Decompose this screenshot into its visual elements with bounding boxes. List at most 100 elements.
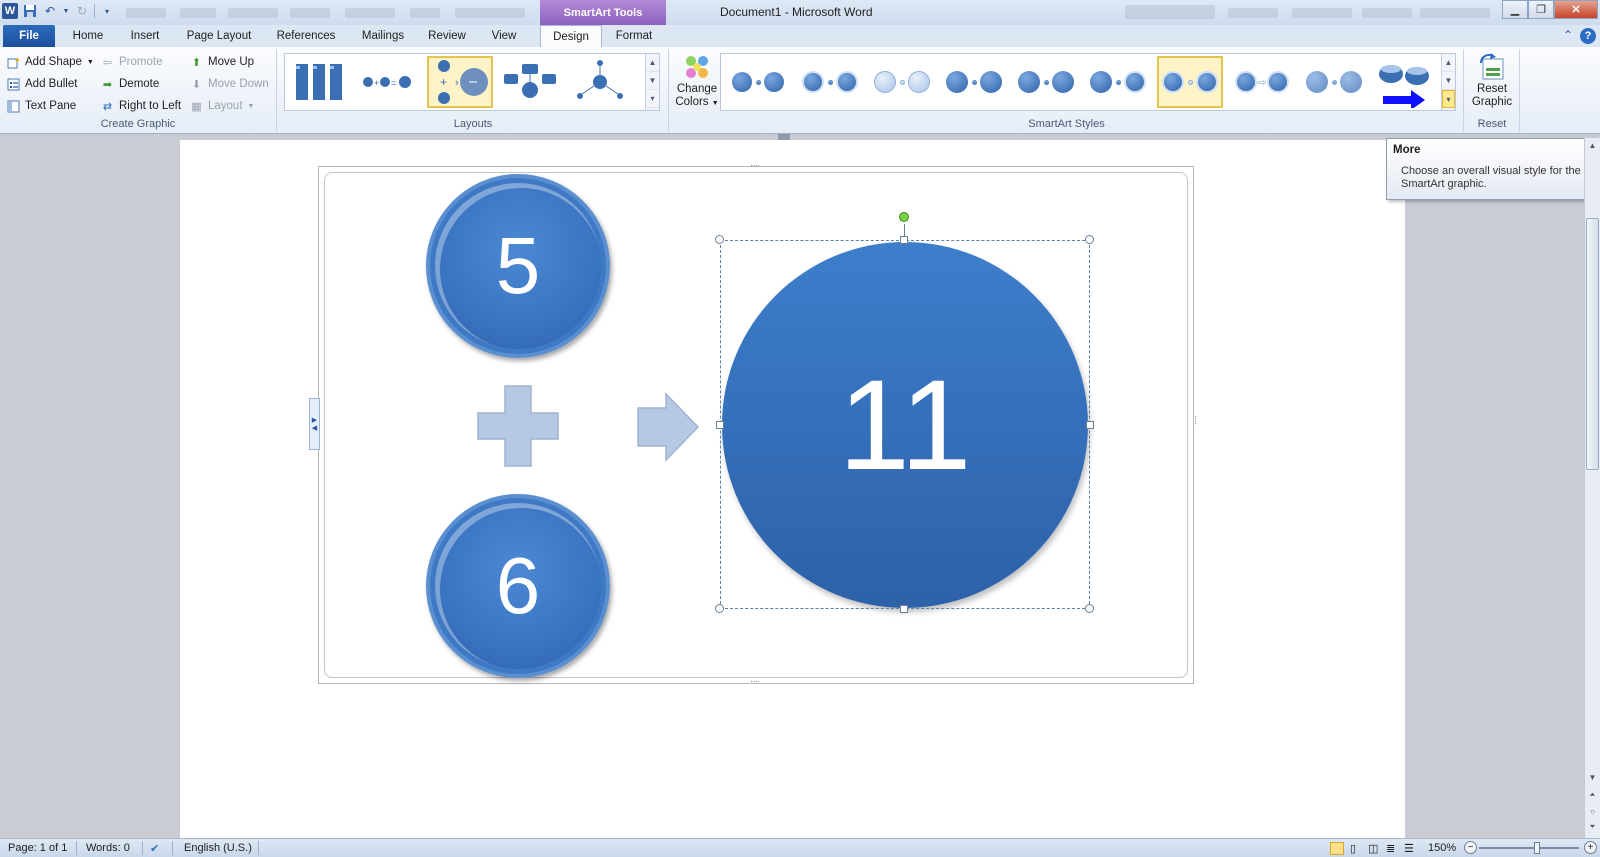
resize-handle-top-right[interactable]: [1085, 235, 1094, 244]
restore-icon[interactable]: ❐: [1528, 0, 1554, 19]
scroll-up-icon[interactable]: ▲: [646, 54, 659, 72]
print-layout-view-icon[interactable]: [1330, 842, 1344, 855]
resize-handle-bottom-right[interactable]: [1085, 604, 1094, 613]
language-indicator[interactable]: English (U.S.): [184, 842, 252, 854]
zoom-slider-thumb[interactable]: [1534, 842, 1540, 854]
help-icon: ?: [1580, 28, 1596, 44]
resize-handle-top[interactable]: [900, 236, 908, 244]
arrow-operator-shape[interactable]: [636, 392, 700, 462]
layout-option-equation-selected[interactable]: + ›: [427, 56, 493, 108]
text-pane-toggle[interactable]: ▶ ◀: [309, 398, 320, 450]
rotation-handle[interactable]: [899, 212, 909, 222]
undo-icon[interactable]: ↶: [42, 3, 58, 19]
draft-view-icon[interactable]: ☰: [1404, 842, 1414, 855]
add-shape-button[interactable]: ✦ Add Shape ▼: [7, 53, 94, 71]
add-bullet-button[interactable]: Add Bullet: [7, 75, 77, 93]
layout-option[interactable]: [567, 56, 633, 108]
scroll-up-icon[interactable]: ▲: [1585, 138, 1600, 152]
move-down-button[interactable]: ⬇ Move Down: [190, 75, 269, 93]
page-count[interactable]: Page: 1 of 1: [8, 842, 67, 854]
style-option[interactable]: [1085, 56, 1151, 108]
reset-graphic-label-line1: Reset: [1476, 83, 1508, 95]
save-icon[interactable]: [22, 3, 38, 19]
tab-mailings[interactable]: Mailings: [354, 25, 412, 47]
layout-button[interactable]: ▦ Layout ▼: [190, 97, 254, 115]
select-browse-object-icon[interactable]: ○: [1585, 804, 1600, 818]
undo-dropdown-icon[interactable]: ▼: [62, 3, 70, 19]
web-layout-view-icon[interactable]: ◫: [1368, 842, 1378, 855]
scroll-up-icon[interactable]: ▲: [1442, 54, 1455, 72]
zoom-in-icon[interactable]: +: [1584, 841, 1597, 854]
resize-handle-bottom[interactable]: [900, 605, 908, 613]
layout-option[interactable]: [497, 56, 563, 108]
svg-text:+: +: [440, 75, 447, 89]
change-colors-label-line1: Change: [676, 83, 718, 95]
word-count[interactable]: Words: 0: [86, 842, 130, 854]
tab-file[interactable]: File: [3, 25, 55, 47]
zoom-slider[interactable]: [1479, 847, 1579, 849]
scroll-thumb[interactable]: [1586, 218, 1599, 470]
more-styles-icon[interactable]: ▾: [1442, 90, 1455, 108]
more-layouts-icon[interactable]: ▾: [646, 90, 659, 108]
resize-handle-left[interactable]: [716, 421, 724, 429]
smartart-node-5[interactable]: 5: [426, 174, 610, 358]
frame-grip-right[interactable]: ····: [1190, 415, 1201, 424]
help-button[interactable]: ?: [1580, 28, 1596, 44]
layout-option[interactable]: [287, 56, 353, 108]
blurred-area: [1362, 8, 1412, 18]
group-create-graphic: ✦ Add Shape ▼ Add Bullet Text Pane ⇦ Pro…: [0, 49, 277, 132]
move-up-button[interactable]: ⬆ Move Up: [190, 53, 254, 71]
frame-grip-bottom[interactable]: ····: [750, 676, 760, 687]
style-option[interactable]: ⇨: [1229, 56, 1295, 108]
smartart-node-6[interactable]: 6: [426, 494, 610, 678]
customize-qat-icon[interactable]: ▾: [99, 3, 115, 19]
demote-button[interactable]: ➡ Demote: [101, 75, 159, 93]
redo-icon[interactable]: ↻: [74, 3, 90, 19]
previous-page-icon[interactable]: ⏶: [1585, 788, 1600, 802]
tab-review[interactable]: Review: [424, 25, 470, 47]
zoom-out-icon[interactable]: −: [1464, 841, 1477, 854]
full-screen-reading-view-icon[interactable]: ▯: [1350, 842, 1356, 855]
next-page-icon[interactable]: ⏷: [1585, 820, 1600, 834]
scroll-down-icon[interactable]: ▼: [1585, 770, 1600, 784]
style-option[interactable]: [725, 56, 791, 108]
frame-grip-top[interactable]: ····: [750, 160, 760, 171]
resize-handle-right[interactable]: [1086, 421, 1094, 429]
zoom-level[interactable]: 150%: [1428, 842, 1456, 854]
tab-insert[interactable]: Insert: [122, 25, 168, 47]
close-icon[interactable]: ✕: [1554, 0, 1598, 19]
tab-page-layout[interactable]: Page Layout: [182, 25, 256, 47]
promote-button[interactable]: ⇦ Promote: [101, 53, 163, 71]
tab-view[interactable]: View: [484, 25, 524, 47]
reset-graphic-button[interactable]: Reset Graphic: [1469, 53, 1515, 109]
style-option[interactable]: [797, 56, 863, 108]
minimize-icon[interactable]: ▁: [1502, 0, 1528, 19]
resize-handle-top-left[interactable]: [715, 235, 724, 244]
move-down-label: Move Down: [208, 78, 269, 90]
style-option-selected[interactable]: [1157, 56, 1223, 108]
tab-format[interactable]: Format: [608, 25, 660, 47]
outline-view-icon[interactable]: ≣: [1386, 842, 1395, 855]
right-to-left-button[interactable]: ⇄ Right to Left: [101, 97, 181, 115]
style-option[interactable]: [1013, 56, 1079, 108]
text-pane-label: Text Pane: [25, 100, 77, 112]
word-icon[interactable]: W: [2, 3, 18, 19]
scroll-down-icon[interactable]: ▼: [646, 72, 659, 90]
text-pane-button[interactable]: Text Pane: [7, 97, 76, 115]
resize-handle-bottom-left[interactable]: [715, 604, 724, 613]
vertical-scrollbar[interactable]: ▲ ▼ ⏶ ○ ⏷: [1584, 138, 1600, 838]
tab-design[interactable]: Design: [540, 25, 602, 47]
style-option[interactable]: [941, 56, 1007, 108]
minimize-ribbon-icon[interactable]: ⌃: [1563, 28, 1573, 42]
plus-operator-shape[interactable]: [476, 384, 560, 468]
change-colors-button[interactable]: Change Colors ▼: [674, 53, 720, 110]
scroll-down-icon[interactable]: ▼: [1442, 72, 1455, 90]
proofing-check-icon[interactable]: ✔: [150, 842, 159, 855]
tab-references[interactable]: References: [270, 25, 342, 47]
move-up-label: Move Up: [208, 56, 255, 68]
style-option[interactable]: [1371, 56, 1437, 108]
style-option[interactable]: [1301, 56, 1367, 108]
style-option[interactable]: [869, 56, 935, 108]
layout-option[interactable]: + =: [357, 56, 423, 108]
tab-home[interactable]: Home: [66, 25, 110, 47]
